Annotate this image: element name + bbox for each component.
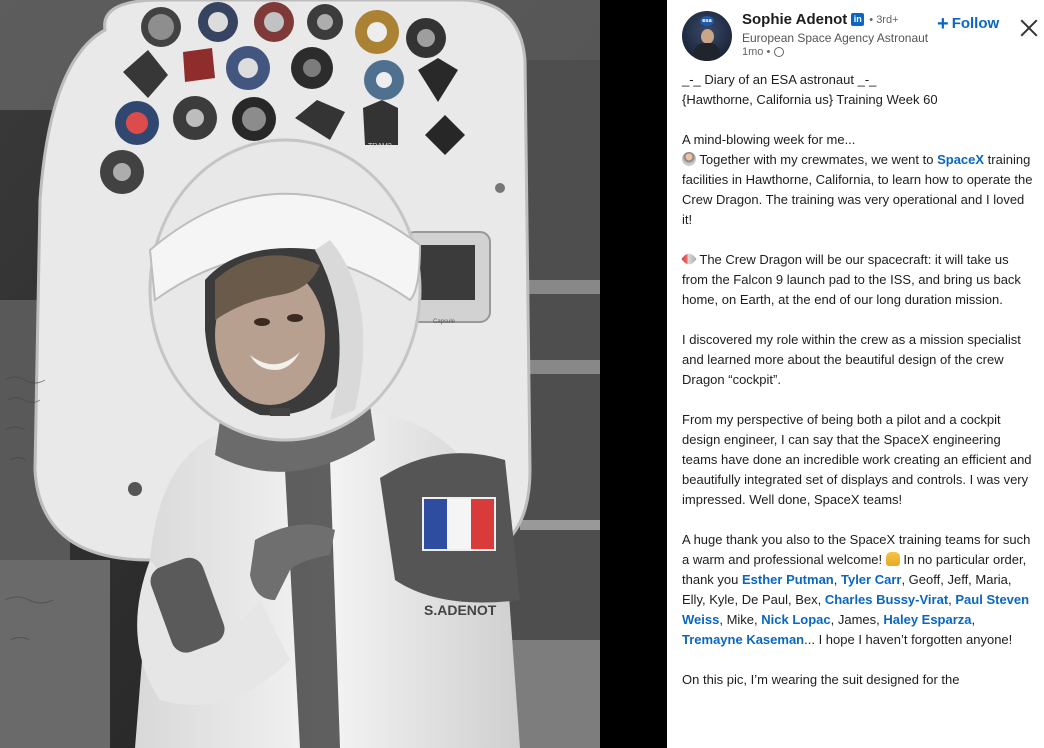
text-span: A mind-blowing week for me...: [682, 132, 856, 147]
esa-logo-icon: esa: [700, 16, 714, 26]
mention-esther-putman[interactable]: Esther Putman: [742, 572, 834, 587]
mention-tyler-carr[interactable]: Tyler Carr: [841, 572, 901, 587]
post-header: esa Sophie Adenot in • 3rd+ European Spa…: [667, 0, 1044, 66]
author-name[interactable]: Sophie Adenot: [742, 11, 847, 28]
post-detail-panel: esa Sophie Adenot in • 3rd+ European Spa…: [667, 0, 1044, 748]
author-name-line: Sophie Adenot in • 3rd+: [742, 11, 899, 28]
astronaut-emoji-icon: [682, 152, 696, 166]
text-span: Together with my crewmates, we went to: [696, 152, 938, 167]
globe-icon: [774, 47, 785, 57]
linkedin-premium-icon: in: [851, 13, 865, 26]
text-span: , Mike,: [719, 612, 762, 627]
mention-charles-bussy-virat[interactable]: Charles Bussy-Virat: [825, 592, 948, 607]
text-span: ,: [833, 572, 841, 587]
plus-icon: +: [937, 12, 949, 35]
patch-label: TRAM2: [368, 143, 392, 150]
post-meta: 1mo •: [742, 46, 785, 58]
astronaut-photo: Capsule TRAM2 S.ADENOT: [0, 0, 600, 748]
avatar-face: [701, 29, 714, 44]
post-title-line: _-_ Diary of an ESA astronaut _-_: [682, 72, 877, 87]
avatar-body: [694, 43, 720, 61]
author-avatar[interactable]: esa: [682, 11, 732, 61]
follow-button[interactable]: + Follow: [937, 12, 1000, 35]
praying-hands-emoji-icon: [885, 552, 900, 566]
post-body: _-_ Diary of an ESA astronaut _-_ {Hawth…: [681, 70, 1034, 710]
hatch-label: Capsule: [433, 319, 456, 325]
post-paragraph: On this pic, I’m wearing the suit design…: [682, 672, 960, 687]
author-headline: European Space Agency Astronaut: [742, 31, 929, 45]
mention-nick-lopac[interactable]: Nick Lopac: [761, 612, 830, 627]
text-span: ,: [971, 612, 976, 627]
follow-label: Follow: [951, 15, 1000, 32]
post-photo[interactable]: Capsule TRAM2 S.ADENOT: [0, 0, 600, 748]
mention-tremayne-kaseman[interactable]: Tremayne Kaseman: [682, 632, 804, 647]
connection-degree: • 3rd+: [869, 13, 899, 26]
rocket-emoji-icon: [681, 251, 697, 267]
text-span: The Crew Dragon will be our spacecraft: …: [682, 252, 1021, 307]
post-paragraph: _-_ Diary of an ESA astronaut _-_ {Hawth…: [682, 70, 1034, 110]
text-span: ... I hope I haven’t forgotten anyone!: [804, 632, 1013, 647]
post-paragraph: I discovered my role within the crew as …: [682, 332, 1021, 387]
close-icon[interactable]: [1018, 17, 1040, 39]
post-paragraph: A huge thank you also to the SpaceX trai…: [682, 530, 1034, 650]
mention-spacex[interactable]: SpaceX: [937, 152, 984, 167]
text-span: , James,: [830, 612, 884, 627]
post-paragraph: The Crew Dragon will be our spacecraft: …: [681, 250, 1034, 310]
post-paragraph: From my perspective of being both a pilo…: [682, 412, 1032, 507]
mention-haley-esparza[interactable]: Haley Esparza: [883, 612, 971, 627]
suit-name-tag: S.ADENOT: [424, 602, 497, 618]
post-subtitle-line: {Hawthorne, California us} Training Week…: [682, 92, 938, 107]
post-paragraph: A mind-blowing week for me... Together w…: [682, 130, 1034, 230]
post-time: 1mo •: [742, 46, 771, 58]
modal-backdrop: [600, 0, 667, 748]
